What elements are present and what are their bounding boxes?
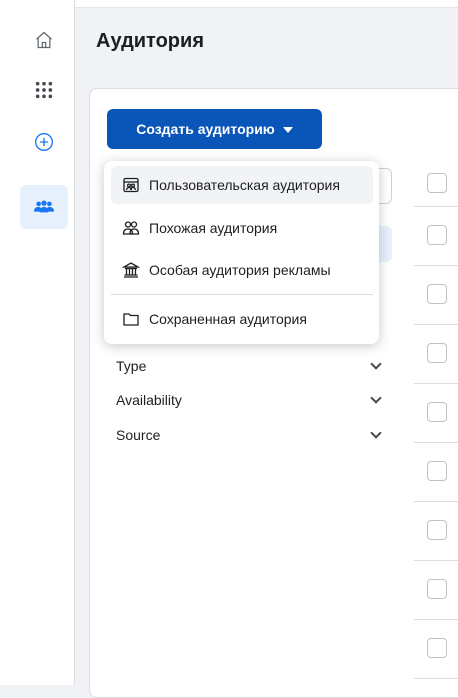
chevron-down-icon bbox=[370, 392, 382, 404]
row-divider bbox=[414, 678, 458, 679]
row-checkbox[interactable] bbox=[427, 225, 447, 245]
chevron-down-icon bbox=[370, 358, 382, 370]
create-button[interactable] bbox=[20, 120, 68, 164]
folder-icon bbox=[121, 309, 141, 329]
row-checkbox[interactable] bbox=[427, 173, 447, 193]
apps-menu-button[interactable] bbox=[20, 68, 68, 112]
filter-type[interactable]: Type bbox=[116, 356, 386, 376]
page-title: Аудитория bbox=[96, 30, 204, 52]
filter-source[interactable]: Source bbox=[116, 425, 386, 445]
filter-availability[interactable]: Availability bbox=[116, 390, 386, 410]
lookalike-people-icon bbox=[121, 218, 141, 238]
row-divider bbox=[414, 383, 458, 384]
menu-item-custom-audience[interactable]: Пользовательская аудитория bbox=[111, 166, 373, 204]
home-button[interactable] bbox=[20, 18, 68, 62]
filter-label: Source bbox=[116, 427, 161, 443]
add-circle-icon bbox=[34, 132, 54, 152]
menu-item-label: Особая аудитория рекламы bbox=[149, 262, 331, 278]
row-checkbox[interactable] bbox=[427, 343, 447, 363]
row-divider bbox=[414, 560, 458, 561]
menu-item-saved-audience[interactable]: Сохраненная аудитория bbox=[111, 300, 373, 338]
row-checkbox[interactable] bbox=[427, 579, 447, 599]
create-audience-label: Создать аудиторию bbox=[136, 121, 275, 137]
top-bar bbox=[75, 0, 458, 8]
menu-divider bbox=[111, 294, 373, 295]
menu-item-label: Сохраненная аудитория bbox=[149, 311, 307, 327]
audience-people-icon bbox=[34, 197, 54, 217]
custom-audience-icon bbox=[121, 175, 141, 195]
create-audience-menu: Пользовательская аудитория Похожая аудит… bbox=[104, 161, 379, 344]
row-checkbox[interactable] bbox=[427, 520, 447, 540]
audience-nav-button[interactable] bbox=[20, 185, 68, 229]
apps-grid-icon bbox=[34, 80, 54, 100]
row-checkbox[interactable] bbox=[427, 638, 447, 658]
row-divider bbox=[414, 265, 458, 266]
row-divider bbox=[414, 501, 458, 502]
filter-label: Type bbox=[116, 358, 147, 374]
row-divider bbox=[414, 206, 458, 207]
filter-label: Availability bbox=[116, 392, 182, 408]
row-divider bbox=[414, 619, 458, 620]
left-nav-rail bbox=[0, 0, 75, 685]
row-checkbox[interactable] bbox=[427, 284, 447, 304]
chevron-down-icon bbox=[370, 427, 382, 439]
create-audience-button[interactable]: Создать аудиторию bbox=[107, 109, 322, 149]
menu-item-lookalike-audience[interactable]: Похожая аудитория bbox=[111, 209, 373, 247]
menu-item-special-ad-audience[interactable]: Особая аудитория рекламы bbox=[111, 251, 373, 289]
caret-down-icon bbox=[282, 127, 293, 133]
row-divider bbox=[414, 324, 458, 325]
row-checkbox[interactable] bbox=[427, 402, 447, 422]
row-divider bbox=[414, 442, 458, 443]
row-checkbox[interactable] bbox=[427, 461, 447, 481]
bank-building-icon bbox=[121, 260, 141, 280]
home-icon bbox=[34, 30, 54, 50]
menu-item-label: Похожая аудитория bbox=[149, 220, 278, 236]
menu-item-label: Пользовательская аудитория bbox=[149, 177, 340, 193]
